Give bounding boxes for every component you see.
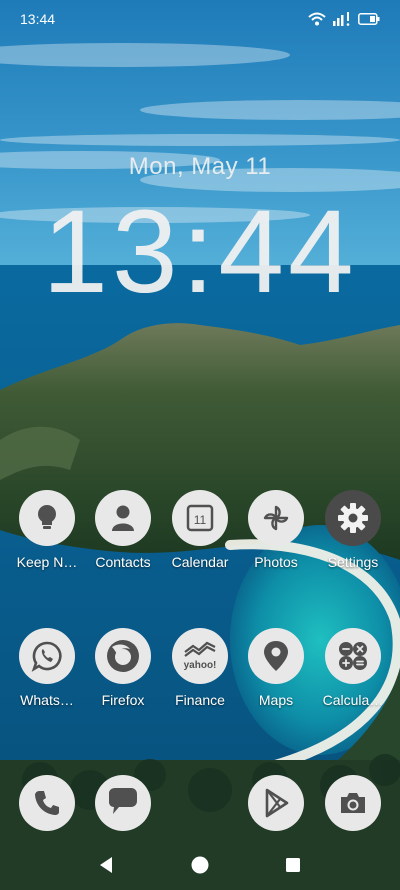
app-maps[interactable]: Maps bbox=[238, 628, 314, 708]
status-time: 13:44 bbox=[20, 11, 56, 27]
wallpaper bbox=[0, 0, 400, 890]
calculator-icon-circle bbox=[325, 628, 381, 684]
firefox-icon bbox=[107, 640, 139, 672]
finance-icon-circle: yahoo! bbox=[172, 628, 228, 684]
status-bar: 13:44 bbox=[0, 0, 400, 38]
lockscreen-clock: 13:44 bbox=[42, 186, 358, 318]
recents-icon[interactable] bbox=[283, 855, 303, 875]
app-label: Calendar bbox=[171, 554, 229, 570]
phone-icon-circle bbox=[19, 775, 75, 831]
app-label: Keep N… bbox=[16, 554, 78, 570]
home-icon[interactable] bbox=[190, 855, 210, 875]
pinwheel-icon bbox=[263, 505, 289, 531]
wifi-icon bbox=[308, 12, 326, 26]
camera-icon bbox=[341, 793, 365, 813]
person-icon bbox=[112, 505, 134, 531]
lockscreen-date: Mon, May 11 bbox=[128, 153, 272, 180]
app-label: Finance bbox=[175, 692, 225, 708]
settings-icon-circle bbox=[325, 490, 381, 546]
app-calculator[interactable]: Calcula… bbox=[315, 628, 391, 708]
maps-icon-circle bbox=[248, 628, 304, 684]
app-finance[interactable]: yahoo! Finance bbox=[162, 628, 238, 708]
bulb-icon bbox=[38, 505, 56, 529]
firefox-icon-circle bbox=[95, 628, 151, 684]
calendar-icon: 11 bbox=[186, 504, 214, 532]
app-label: Settings bbox=[327, 554, 379, 570]
dock-phone[interactable] bbox=[9, 775, 85, 831]
app-keep-notes[interactable]: Keep N… bbox=[9, 490, 85, 570]
calendar-day: 11 bbox=[194, 513, 207, 527]
messages-icon-circle bbox=[95, 775, 151, 831]
gear-icon bbox=[338, 503, 368, 533]
app-calendar[interactable]: 11 Calendar bbox=[162, 490, 238, 570]
play-store-icon bbox=[265, 788, 289, 818]
contacts-icon-circle bbox=[95, 490, 151, 546]
dock-play-store[interactable] bbox=[238, 775, 314, 831]
signal-icon bbox=[333, 12, 350, 26]
keep-notes-icon-circle bbox=[19, 490, 75, 546]
calculator-icon bbox=[339, 642, 367, 670]
whatsapp-icon bbox=[31, 641, 62, 672]
finance-brand: yahoo! bbox=[184, 660, 217, 671]
dock-messages[interactable] bbox=[85, 775, 161, 831]
app-label: Firefox bbox=[101, 692, 145, 708]
dock-camera[interactable] bbox=[315, 775, 391, 831]
status-icons bbox=[308, 12, 380, 26]
camera-icon-circle bbox=[325, 775, 381, 831]
calendar-icon-circle: 11 bbox=[172, 490, 228, 546]
play-store-icon-circle bbox=[248, 775, 304, 831]
app-settings[interactable]: Settings bbox=[315, 490, 391, 570]
navigation-bar bbox=[0, 845, 400, 885]
app-label: Photos bbox=[254, 554, 298, 570]
whatsapp-icon-circle bbox=[19, 628, 75, 684]
app-firefox[interactable]: Firefox bbox=[85, 628, 161, 708]
app-label: Whats… bbox=[20, 692, 74, 708]
app-whatsapp[interactable]: Whats… bbox=[9, 628, 85, 708]
finance-icon: yahoo! bbox=[184, 641, 217, 671]
photos-icon-circle bbox=[248, 490, 304, 546]
app-label: Calcula… bbox=[322, 692, 384, 708]
messages-icon bbox=[109, 788, 137, 814]
map-pin-icon bbox=[264, 641, 288, 671]
app-photos[interactable]: Photos bbox=[238, 490, 314, 570]
app-contacts[interactable]: Contacts bbox=[85, 490, 161, 570]
phone-icon bbox=[35, 791, 59, 815]
battery-icon bbox=[358, 13, 380, 25]
back-icon[interactable] bbox=[97, 855, 117, 875]
app-label: Maps bbox=[258, 692, 294, 708]
app-label: Contacts bbox=[95, 554, 151, 570]
